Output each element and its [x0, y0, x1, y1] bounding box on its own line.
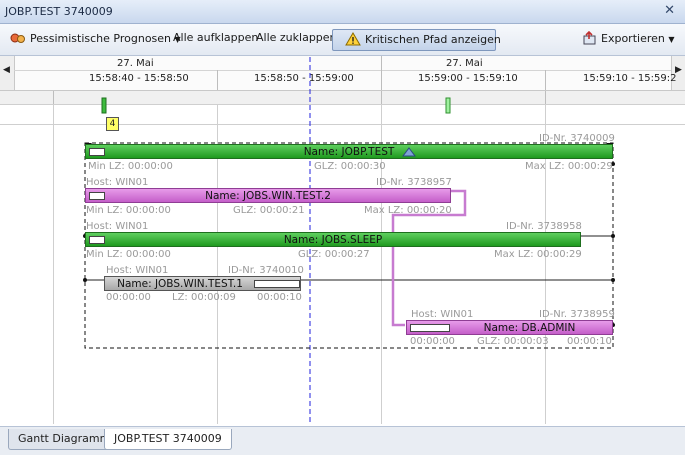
- max-runtime: 00:00:10: [257, 292, 302, 303]
- max-runtime: Max LZ: 00:00:29: [494, 249, 582, 260]
- min-runtime: 00:00:00: [410, 336, 455, 347]
- progress-box: [254, 280, 300, 288]
- job-bar-win-test-2[interactable]: Name: JOBS.WIN.TEST.2: [85, 188, 451, 203]
- avg-runtime: GLZ: 00:00:27: [298, 249, 370, 260]
- job-bar-db-admin[interactable]: Name: DB.ADMIN: [406, 320, 613, 335]
- job-id: ID-Nr. 3740010: [228, 265, 304, 276]
- job-bar-sleep[interactable]: Name: JOBS.SLEEP: [85, 232, 581, 247]
- min-runtime: Min LZ: 00:00:00: [86, 205, 171, 216]
- avg-runtime: GLZ: 00:00:30: [314, 161, 386, 172]
- min-runtime: Min LZ: 00:00:00: [86, 249, 171, 260]
- marker-badge: 4: [106, 117, 119, 131]
- max-runtime: Max LZ: 00:00:20: [364, 205, 452, 216]
- job-name: Name: JOBP.TEST: [303, 146, 395, 158]
- tab-bar: Gantt Diagramm JOBP.TEST 3740009: [0, 426, 685, 455]
- job-bar-jobp-test[interactable]: Name: JOBP.TEST: [85, 144, 613, 159]
- min-runtime: 00:00:00: [106, 292, 151, 303]
- job-name: Name: JOBS.WIN.TEST.2: [205, 190, 331, 202]
- job-id: ID-Nr. 3738958: [506, 221, 582, 232]
- job-id: ID-Nr. 3738959: [539, 309, 615, 320]
- avg-runtime: GLZ: 00:00:21: [233, 205, 305, 216]
- job-name: Name: JOBS.WIN.TEST.1: [117, 278, 243, 290]
- max-runtime: Max LZ: 00:00:29: [525, 161, 613, 172]
- expand-arrow-icon[interactable]: [402, 147, 416, 157]
- job-host: Host: WIN01: [86, 221, 149, 232]
- overview-marker: [101, 97, 107, 114]
- job-host: Host: WIN01: [86, 177, 149, 188]
- job-name: Name: JOBS.SLEEP: [283, 234, 383, 246]
- avg-runtime: GLZ: 00:00:03: [477, 336, 549, 347]
- max-runtime: 00:00:10: [567, 336, 612, 347]
- job-host: Host: WIN01: [106, 265, 169, 276]
- overview-marker: [445, 97, 451, 114]
- tab-jobp-test[interactable]: JOBP.TEST 3740009: [104, 429, 232, 450]
- min-runtime: Min LZ: 00:00:00: [88, 161, 173, 172]
- progress-box: [410, 324, 450, 332]
- job-host: Host: WIN01: [411, 309, 474, 320]
- avg-runtime: LZ: 00:00:09: [172, 292, 236, 303]
- job-id: ID-Nr. 3738957: [376, 177, 452, 188]
- job-bar-win-test-1[interactable]: Name: JOBS.WIN.TEST.1: [104, 276, 301, 291]
- job-id: ID-Nr. 3740009: [539, 133, 615, 144]
- job-name: Name: DB.ADMIN: [483, 322, 576, 334]
